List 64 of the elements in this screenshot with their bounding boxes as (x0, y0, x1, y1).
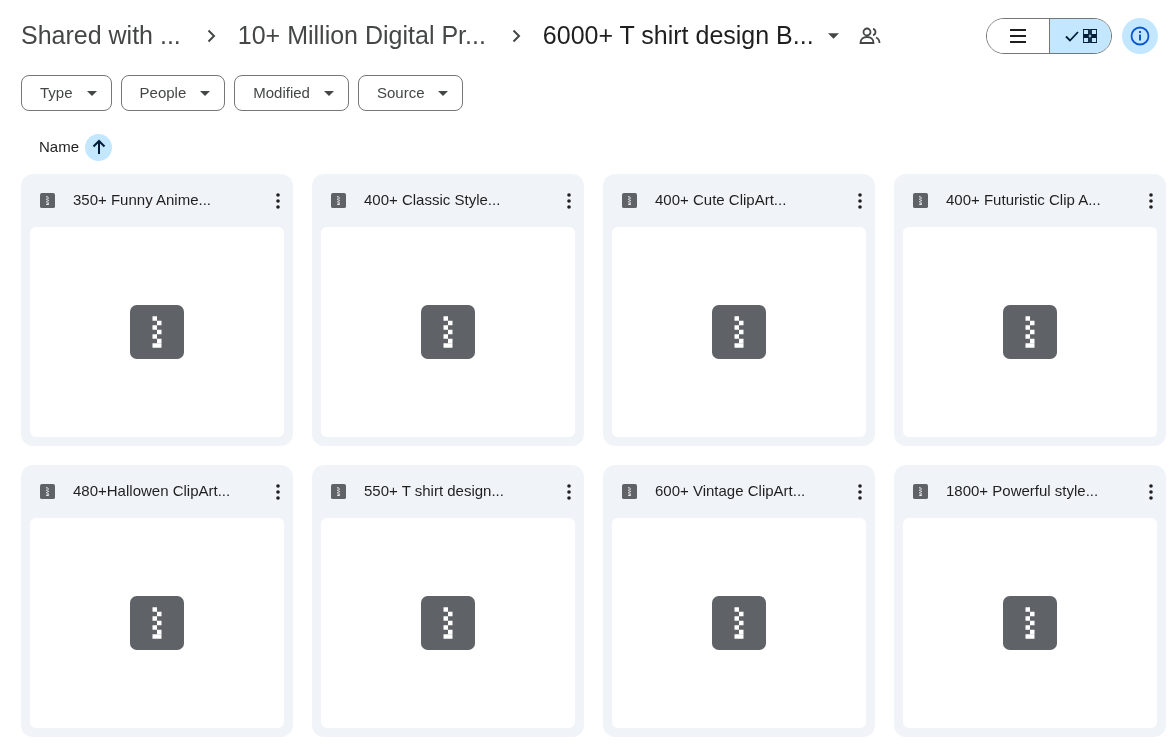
filter-chip[interactable]: Type (21, 75, 112, 111)
grid-icon (1082, 29, 1097, 43)
zip-file-icon (331, 484, 346, 499)
sort-label[interactable]: Name (39, 135, 79, 159)
file-name: 550+ T shirt design... (364, 481, 505, 502)
zip-file-icon (622, 484, 637, 499)
file-name: 400+ Cute ClipArt... (655, 190, 788, 211)
check-icon (1064, 30, 1079, 42)
file-card[interactable]: 480+Hallowen ClipArt... (21, 465, 293, 737)
dropdown-caret-icon (86, 90, 97, 96)
more-options-icon (567, 483, 571, 500)
sort-direction-button[interactable] (85, 133, 112, 161)
file-name: 350+ Funny Anime... (73, 190, 212, 211)
breadcrumb-link[interactable]: 6000+ T shirt design B... (542, 17, 814, 55)
zip-file-icon (130, 305, 184, 359)
zip-file-icon (913, 193, 928, 208)
list-icon (1009, 29, 1027, 43)
file-card[interactable]: 400+ Classic Style... (312, 174, 584, 446)
zip-file-icon (712, 305, 766, 359)
zip-file-icon (130, 596, 184, 650)
file-name: 400+ Classic Style... (364, 190, 502, 211)
file-card[interactable]: 1800+ Powerful style... (894, 465, 1166, 737)
filter-chip[interactable]: People (120, 75, 226, 111)
info-button[interactable] (1122, 18, 1158, 54)
dropdown-caret-icon[interactable] (827, 33, 839, 39)
more-options-icon (276, 192, 280, 209)
file-name: 600+ Vintage ClipArt... (655, 481, 807, 502)
info-icon (1130, 26, 1150, 46)
zip-file-icon (622, 193, 637, 208)
file-name: 1800+ Powerful style... (946, 481, 1100, 502)
chevron-right-icon (511, 29, 521, 43)
zip-file-icon (40, 193, 55, 208)
more-options-icon (858, 192, 862, 209)
dropdown-caret-icon (200, 90, 211, 96)
zip-file-icon (1003, 305, 1057, 359)
file-card[interactable]: 400+ Futuristic Clip A... (894, 174, 1166, 446)
arrow-up-icon (91, 139, 106, 155)
more-options-icon (858, 483, 862, 500)
file-card[interactable]: 600+ Vintage ClipArt... (603, 465, 875, 737)
more-options-icon (1149, 192, 1153, 209)
file-name: 400+ Futuristic Clip A... (946, 190, 1102, 211)
file-card[interactable]: 550+ T shirt design... (312, 465, 584, 737)
zip-file-icon (331, 193, 346, 208)
more-options-icon (567, 192, 571, 209)
zip-file-icon (712, 596, 766, 650)
breadcrumb-link[interactable]: Shared with ... (21, 17, 181, 55)
breadcrumb-link[interactable]: 10+ Million Digital Pr... (237, 17, 486, 55)
more-options-icon (1149, 483, 1153, 500)
grid-view-button[interactable] (1049, 19, 1111, 53)
file-card[interactable]: 350+ Funny Anime... (21, 174, 293, 446)
zip-file-icon (40, 484, 55, 499)
zip-file-icon (421, 305, 475, 359)
file-name: 480+Hallowen ClipArt... (73, 481, 232, 502)
dropdown-caret-icon (438, 90, 449, 96)
zip-file-icon (421, 596, 475, 650)
filter-chip[interactable]: Source (357, 75, 464, 111)
chevron-right-icon (206, 29, 216, 43)
file-card[interactable]: 400+ Cute ClipArt... (603, 174, 875, 446)
zip-file-icon (913, 484, 928, 499)
shared-people-icon (858, 27, 881, 45)
zip-file-icon (1003, 596, 1057, 650)
filter-chip[interactable]: Modified (234, 75, 349, 111)
more-options-icon (276, 483, 280, 500)
dropdown-caret-icon (323, 90, 334, 96)
